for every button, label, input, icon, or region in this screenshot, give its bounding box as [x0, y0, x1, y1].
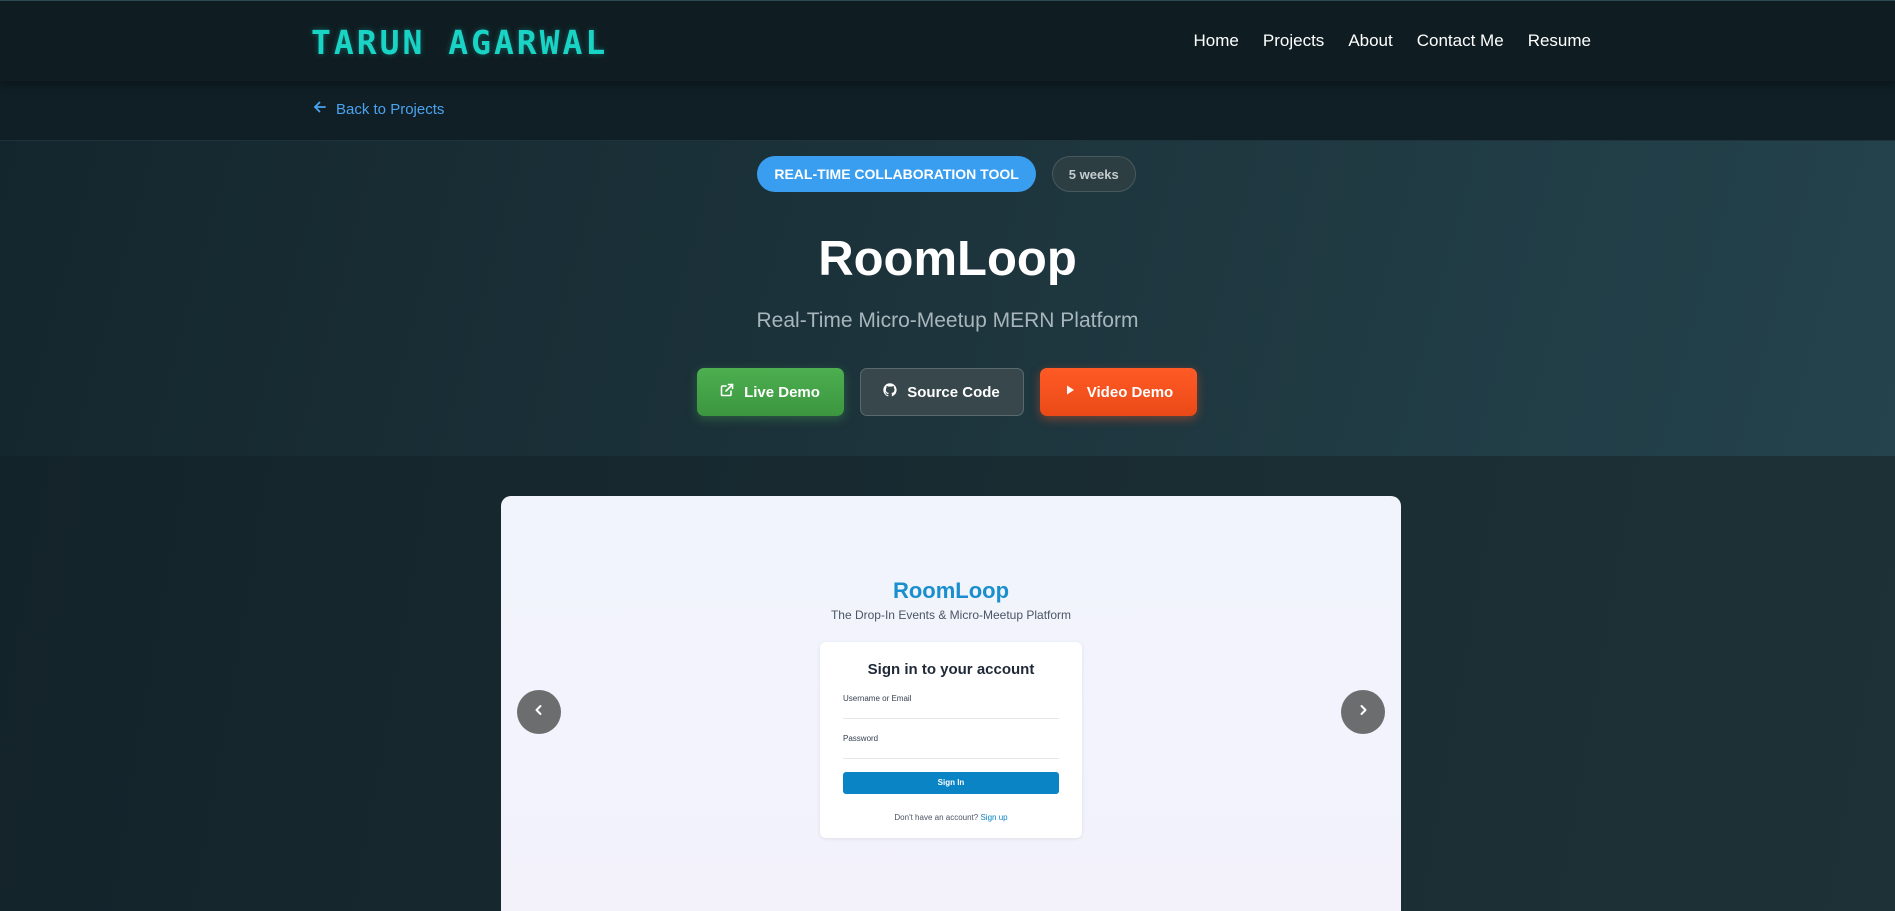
site-logo[interactable]: TARUN AGARWAL — [311, 23, 608, 62]
username-field-label: Username or Email — [843, 694, 912, 703]
video-demo-button[interactable]: Video Demo — [1039, 368, 1197, 416]
signup-prompt-row: Don't have an account? Sign up — [820, 813, 1082, 822]
play-icon — [1063, 383, 1077, 401]
project-gallery-section: RoomLoop The Drop-In Events & Micro-Meet… — [0, 456, 1895, 911]
project-subtitle: Real-Time Micro-Meetup MERN Platform — [756, 309, 1139, 332]
nav-link-projects[interactable]: Projects — [1263, 31, 1324, 51]
project-title: RoomLoop — [818, 232, 1077, 286]
username-field — [843, 718, 1059, 719]
live-demo-label: Live Demo — [744, 383, 820, 401]
carousel-next-button[interactable] — [1341, 690, 1385, 734]
nav-link-resume[interactable]: Resume — [1528, 31, 1591, 51]
chevron-right-icon — [1356, 703, 1370, 722]
chevron-left-icon — [532, 703, 546, 722]
external-link-icon — [720, 383, 734, 401]
back-to-projects-link[interactable]: Back to Projects — [312, 99, 444, 119]
back-bar: Back to Projects — [0, 81, 1895, 141]
screenshot-tagline: The Drop-In Events & Micro-Meetup Platfo… — [830, 608, 1072, 622]
project-hero: REAL-TIME COLLABORATION TOOL 5 weeks Roo… — [0, 141, 1895, 456]
nav-link-home[interactable]: Home — [1194, 31, 1239, 51]
source-code-button[interactable]: Source Code — [859, 368, 1024, 416]
video-demo-label: Video Demo — [1086, 383, 1174, 401]
signup-prompt-text: Don't have an account? — [894, 813, 979, 822]
category-badge: REAL-TIME COLLABORATION TOOL — [757, 156, 1036, 192]
project-actions: Live Demo Source Code Video Demo — [0, 368, 1895, 416]
github-icon — [883, 383, 897, 401]
screenshot-signin-card: Sign in to your account Username or Emai… — [820, 642, 1082, 838]
arrow-left-icon — [312, 99, 328, 119]
screenshot-brand-title: RoomLoop — [892, 578, 1010, 603]
project-badges: REAL-TIME COLLABORATION TOOL 5 weeks — [0, 156, 1895, 192]
screenshot-signin-button: Sign In — [843, 772, 1059, 794]
signin-card-title: Sign in to your account — [867, 661, 1035, 678]
screenshot-carousel: RoomLoop The Drop-In Events & Micro-Meet… — [501, 496, 1401, 911]
live-demo-button[interactable]: Live Demo — [696, 368, 844, 416]
top-navbar: TARUN AGARWAL Home Projects About Contac… — [0, 0, 1895, 81]
source-code-label: Source Code — [907, 383, 1000, 401]
nav-link-about[interactable]: About — [1348, 31, 1392, 51]
nav-link-contact[interactable]: Contact Me — [1417, 31, 1504, 51]
nav-links: Home Projects About Contact Me Resume — [1194, 31, 1591, 51]
carousel-prev-button[interactable] — [517, 690, 561, 734]
back-link-label: Back to Projects — [336, 100, 445, 118]
password-field-label: Password — [843, 734, 879, 743]
signup-link: Sign up — [980, 813, 1008, 822]
duration-badge: 5 weeks — [1051, 156, 1136, 192]
password-field — [843, 758, 1059, 759]
